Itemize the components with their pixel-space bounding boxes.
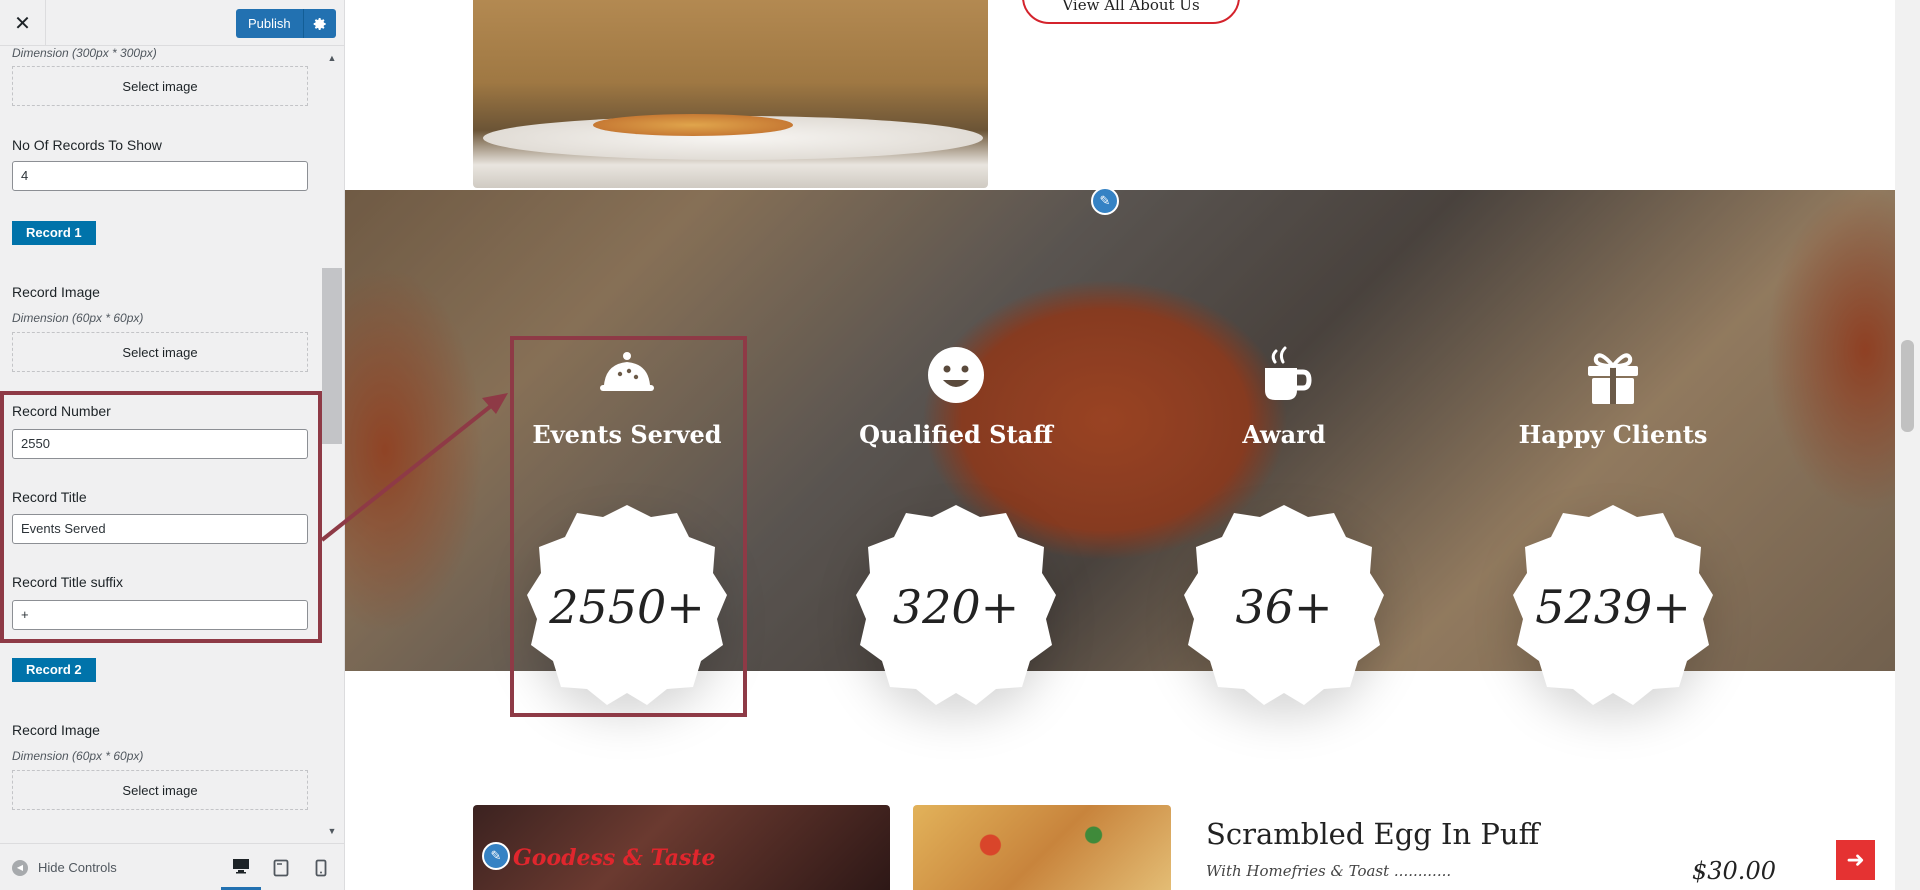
site-preview: View All About Us ✎ Events Served Qualif… [345,0,1920,890]
close-icon[interactable]: ✕ [0,0,46,46]
select-image-button[interactable]: Select image [12,66,308,106]
stat-value: 36+ [1235,580,1333,634]
menu-banner-image: Goodess & Taste [473,805,890,890]
hide-controls-button[interactable]: ◀ Hide Controls [12,844,117,890]
publish-button[interactable]: Publish [236,9,304,38]
stat-value: 320+ [892,580,1020,634]
mobile-preview-icon[interactable] [301,844,341,890]
stat-item-qualified-staff: Qualified Staff [806,340,1106,449]
stat-item-award: Award [1134,340,1434,449]
about-photo [473,0,988,188]
record-title-input[interactable]: Events Served [12,514,308,544]
hide-controls-label: Hide Controls [38,860,117,875]
stat-item-events-served: Events Served [477,340,777,449]
collapse-icon: ◀ [12,859,28,876]
pizza-slice-shape [593,114,793,136]
stat-title: Happy Clients [1518,420,1708,449]
record-title-label: Record Title [12,489,87,505]
stat-value: 5239+ [1535,580,1691,634]
gift-icon [1588,353,1638,404]
stat-title: Award [1242,420,1326,449]
customizer-header: ✕ Publish [0,0,344,46]
records-count-input[interactable]: 4 [12,161,308,191]
record-2-toggle[interactable]: Record 2 [12,658,96,682]
top-image-dimension: Dimension (300px * 300px) [12,46,157,60]
page-scrollbar[interactable] [1895,0,1920,890]
menu-item-subtitle: With Homefries & Toast ............ [1206,862,1452,880]
scroll-to-top-icon[interactable]: ➜ [1836,840,1875,880]
view-about-button[interactable]: View All About Us [1022,0,1240,24]
stat-title: Qualified Staff [859,420,1053,449]
edit-section-pencil-icon[interactable]: ✎ [1091,187,1119,215]
record-number-label: Record Number [12,403,111,419]
record-2-image-dimension: Dimension (60px * 60px) [12,749,144,763]
bowl-icon [600,352,654,391]
scroll-thumb[interactable] [322,268,342,444]
page-scroll-thumb[interactable] [1901,340,1914,432]
scroll-down-icon[interactable]: ▼ [320,823,344,839]
stat-item-happy-clients: Happy Clients [1463,340,1763,449]
records-count-label: No Of Records To Show [12,137,162,153]
customizer-footer: ◀ Hide Controls [0,843,344,890]
menu-item-title: Scrambled Egg In Puff [1206,817,1540,851]
desktop-preview-icon[interactable] [221,844,261,890]
select-image-button[interactable]: Select image [12,770,308,810]
stat-title: Events Served [532,420,722,449]
record-1-toggle[interactable]: Record 1 [12,221,96,245]
sidebar-scrollbar[interactable]: ▲ ▼ [320,46,344,843]
menu-banner-script: Goodess & Taste [513,845,716,871]
customizer-sidebar: ✕ Publish Dimension (300px * 300px) Sele… [0,0,345,890]
record-title-suffix-label: Record Title suffix [12,574,124,590]
record-1-image-dimension: Dimension (60px * 60px) [12,311,144,325]
record-number-input[interactable]: 2550 [12,429,308,459]
record-title-suffix-input[interactable]: + [12,600,308,630]
scroll-up-icon[interactable]: ▲ [320,50,344,66]
menu-item-image [913,805,1171,890]
tablet-preview-icon[interactable] [261,844,301,890]
gear-icon[interactable] [303,9,336,38]
coffee-cup-icon [1265,346,1312,400]
publish-group: Publish [236,9,336,38]
menu-item-price: $30.00 [1692,857,1776,885]
edit-menu-pencil-icon[interactable]: ✎ [482,842,510,870]
stat-value: 2550+ [549,580,705,634]
record-1-image-label: Record Image [12,284,100,300]
customizer-controls: Dimension (300px * 300px) Select image N… [0,46,320,843]
record-2-image-label: Record Image [12,722,100,738]
select-image-button[interactable]: Select image [12,332,308,372]
smiley-icon [928,347,984,403]
